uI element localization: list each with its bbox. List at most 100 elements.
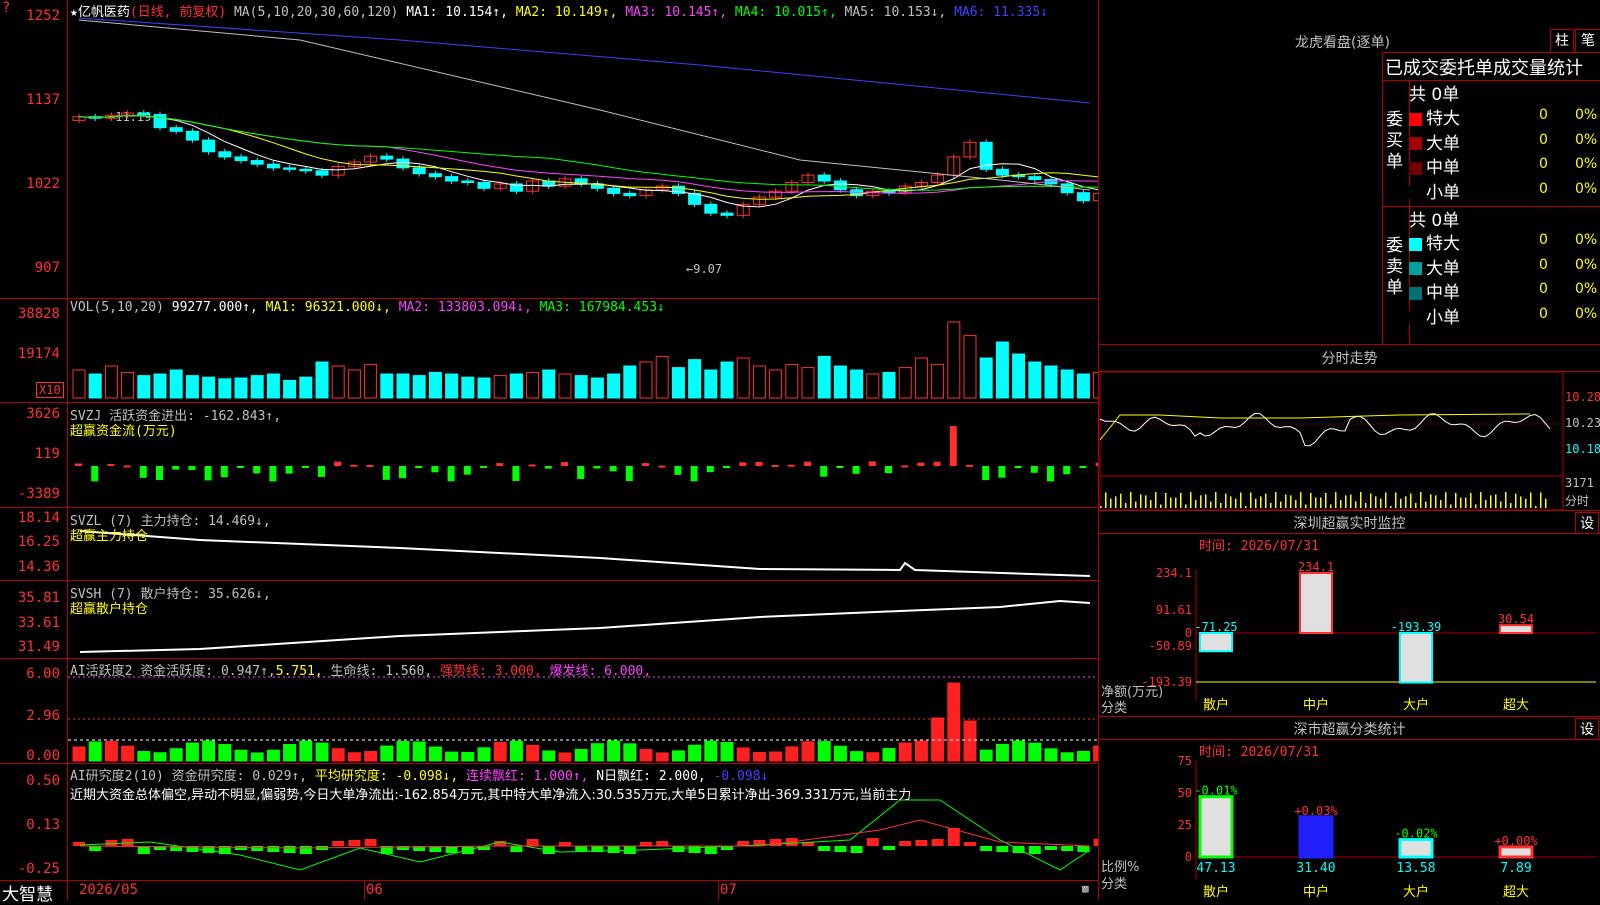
intraday-volume-bar bbox=[1350, 494, 1352, 508]
intraday-volume-bar bbox=[1300, 492, 1302, 508]
intraday-volume-bar bbox=[1495, 494, 1497, 508]
sz-bar-label: -71.25 bbox=[1194, 620, 1237, 634]
intraday-volume-bar bbox=[1265, 493, 1267, 508]
intraday-volume-bar bbox=[1470, 493, 1472, 508]
intraday-volume-bar bbox=[1170, 497, 1172, 508]
intraday-volume-bar bbox=[1500, 501, 1502, 508]
intraday-volume-bar bbox=[1235, 498, 1237, 508]
sz-bar bbox=[1399, 632, 1433, 684]
sz-stat-value: 31.40 bbox=[1296, 861, 1335, 876]
intraday-volume-bar bbox=[1260, 496, 1262, 508]
intraday-volume-bar bbox=[1215, 492, 1217, 508]
intraday-volume-bar bbox=[1255, 498, 1257, 508]
intraday-volume-bar bbox=[1220, 503, 1222, 508]
intraday-volume-bar bbox=[1190, 492, 1192, 508]
intraday-volume-bar bbox=[1445, 492, 1447, 508]
intraday-volume-bar bbox=[1250, 492, 1252, 508]
sz-stat-axis-tick: 75 bbox=[1178, 754, 1192, 768]
sz-axis-tick: 0 bbox=[1185, 626, 1192, 640]
intraday-volume-bar bbox=[1155, 492, 1157, 508]
sz-bar bbox=[1499, 624, 1533, 634]
sz-stat-category: 超大 bbox=[1503, 885, 1529, 900]
intraday-volume-bar bbox=[1195, 500, 1197, 508]
intraday-volume-bar bbox=[1490, 495, 1492, 508]
intraday-volume-bar bbox=[1415, 502, 1417, 508]
intraday-volume-bar bbox=[1210, 501, 1212, 508]
intraday-volume-bar bbox=[1205, 494, 1207, 508]
intraday-volume-bar bbox=[1225, 493, 1227, 508]
intraday-volume-bar bbox=[1380, 498, 1382, 508]
intraday-price-line bbox=[1099, 412, 1551, 447]
sz-stat-change: +0.03% bbox=[1294, 804, 1338, 818]
intraday-volume-bar bbox=[1455, 492, 1457, 508]
intraday-volume-bar bbox=[1460, 497, 1462, 508]
sz-stat-value: 7.89 bbox=[1500, 861, 1531, 876]
intraday-volume-bar bbox=[1485, 500, 1487, 508]
sz-stat-bar bbox=[1198, 795, 1234, 859]
intraday-volume-bar bbox=[1440, 500, 1442, 508]
intraday-volume-bar bbox=[1480, 492, 1482, 508]
intraday-volume-bar bbox=[1280, 501, 1282, 508]
sz-stat-bar bbox=[1298, 815, 1334, 859]
intraday-volume-bar bbox=[1160, 504, 1162, 508]
sz-bar-label: -193.39 bbox=[1391, 620, 1442, 634]
intraday-volume-bar bbox=[1100, 506, 1102, 508]
intraday-volume-bar bbox=[1200, 495, 1202, 508]
intraday-volume-bar bbox=[1285, 494, 1287, 508]
sz-stat-change: -0.01% bbox=[1194, 784, 1238, 798]
sz-bar-label: 30.54 bbox=[1498, 612, 1534, 626]
sz-stat-axis-tick: 0 bbox=[1185, 850, 1192, 864]
intraday-volume-bar bbox=[1165, 492, 1167, 508]
sz-bar bbox=[1199, 632, 1233, 653]
intraday-volume-bar bbox=[1150, 500, 1152, 508]
sz-stat-category: 大户 bbox=[1403, 884, 1429, 900]
intraday-volume-bar bbox=[1385, 492, 1387, 508]
intraday-volume-bar bbox=[1435, 495, 1437, 508]
intraday-volume-bar bbox=[1405, 496, 1407, 508]
intraday-volume-bar bbox=[1120, 493, 1122, 508]
sz-stat-value: 13.58 bbox=[1396, 861, 1435, 876]
intraday-volume-bar bbox=[1400, 498, 1402, 508]
intraday-volume-bar bbox=[1345, 495, 1347, 508]
intraday-volume-bar bbox=[1335, 492, 1337, 508]
intraday-volume-bar bbox=[1425, 501, 1427, 508]
intraday-volume-bar bbox=[1290, 495, 1292, 508]
sz-category: 中户 bbox=[1303, 697, 1329, 713]
intraday-volume-bar bbox=[1535, 505, 1537, 508]
intraday-volume-bar bbox=[1130, 492, 1132, 508]
intraday-volume-bar bbox=[1275, 492, 1277, 508]
sz-axis-tick: -193.39 bbox=[1141, 675, 1192, 689]
sz-stat-change: +0.00% bbox=[1494, 834, 1538, 848]
sz-axis-tick: 91.61 bbox=[1156, 603, 1192, 617]
intraday-volume-bar bbox=[1115, 496, 1117, 508]
sz-category: 大户 bbox=[1403, 697, 1429, 713]
sz-stat-category: 散户 bbox=[1203, 884, 1229, 900]
intraday-volume-bar bbox=[1310, 492, 1312, 508]
intraday-volume-bar bbox=[1510, 503, 1512, 508]
intraday-volume-bar bbox=[1135, 501, 1137, 508]
intraday-volume-bar bbox=[1505, 492, 1507, 508]
sz-stat-value: 47.13 bbox=[1196, 861, 1235, 876]
intraday-volume-bar bbox=[1545, 498, 1547, 508]
intraday-volume-bar bbox=[1340, 500, 1342, 508]
intraday-volume-bar bbox=[1360, 492, 1362, 508]
intraday-volume-bar bbox=[1105, 492, 1107, 508]
intraday-volume-bar bbox=[1325, 493, 1327, 508]
sz-bar-label: 234.1 bbox=[1298, 560, 1334, 574]
sz-stat-axis-tick: 50 bbox=[1178, 786, 1192, 800]
intraday-volume-bar bbox=[1180, 492, 1182, 508]
right-charts: 234.191.610-50.89-193.39-71.25散户234.1中户-… bbox=[1099, 371, 1596, 900]
intraday-volume-bar bbox=[1515, 493, 1517, 508]
sz-stat-bar bbox=[1498, 845, 1534, 859]
sz-axis-tick: -50.89 bbox=[1149, 639, 1192, 653]
sz-bar bbox=[1299, 572, 1333, 634]
intraday-volume-bar bbox=[1175, 497, 1177, 508]
sz-stat-bar bbox=[1398, 838, 1434, 859]
sz-category: 超大 bbox=[1503, 698, 1529, 713]
intraday-volume-bar bbox=[1375, 496, 1377, 508]
intraday-volume-bar bbox=[1530, 492, 1532, 508]
intraday-volume-bar bbox=[1270, 502, 1272, 508]
sz-stat-change: -0.02% bbox=[1394, 827, 1438, 841]
intraday-volume-bar bbox=[1370, 493, 1372, 508]
intraday-volume-bar bbox=[1420, 492, 1422, 508]
